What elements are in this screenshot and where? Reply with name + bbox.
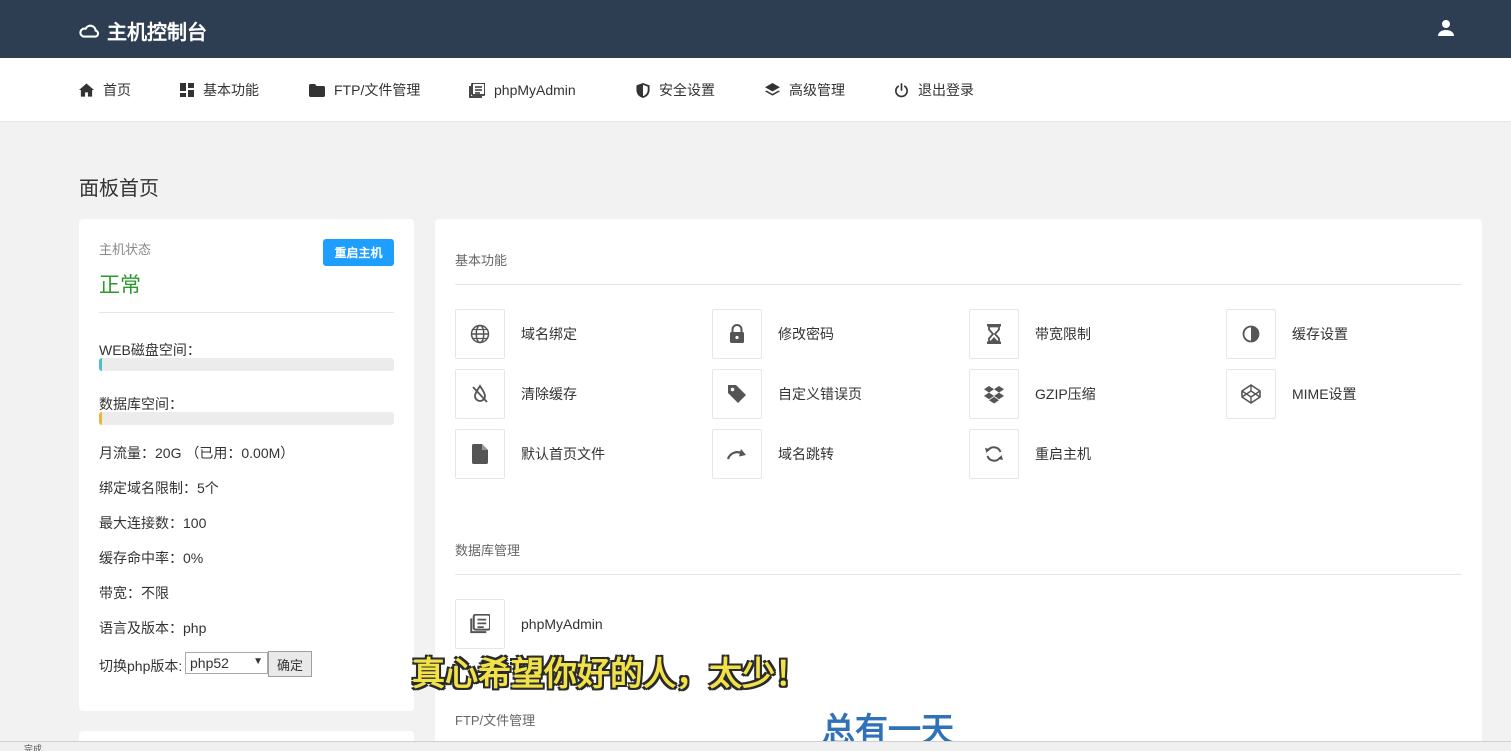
tile-change-password[interactable]: 修改密码: [712, 309, 952, 359]
web-disk-progress: [99, 358, 394, 371]
tile-label: 域名绑定: [521, 326, 577, 342]
tile-default-index[interactable]: 默认首页文件: [455, 429, 695, 479]
tile-bandwidth-limit[interactable]: 带宽限制: [969, 309, 1209, 359]
tile-mime-settings[interactable]: MIME设置: [1226, 369, 1466, 419]
dashboard-icon: [180, 83, 194, 97]
monthly-traffic: 月流量：20G （已用：0.00M）: [99, 445, 295, 461]
contrast-icon: [1226, 309, 1276, 359]
folder-icon: [309, 83, 325, 97]
section-divider: [455, 284, 1462, 285]
nav-logout[interactable]: 退出登录: [894, 58, 974, 122]
database-doc-icon: [455, 599, 505, 649]
nav-advanced[interactable]: 高级管理: [765, 58, 845, 122]
tile-label: MIME设置: [1292, 386, 1357, 402]
tile-phpmyadmin[interactable]: phpMyAdmin: [455, 599, 695, 649]
shield-icon: [636, 82, 650, 98]
hourglass-icon: [969, 309, 1019, 359]
redo-icon: [712, 429, 762, 479]
user-icon[interactable]: [1436, 18, 1456, 43]
subtitle-line-1: 真心希望你好的人，太少！: [412, 654, 808, 693]
tile-cache-settings[interactable]: 缓存设置: [1226, 309, 1466, 359]
nav-advanced-label: 高级管理: [789, 82, 845, 98]
tile-label: GZIP压缩: [1035, 386, 1096, 402]
host-status-card: 主机状态 正常 重启主机 WEB磁盘空间： 数据库空间： 月流量：20G （已用…: [79, 219, 414, 711]
page-title: 面板首页: [79, 178, 159, 200]
php-version-select[interactable]: php52 ▼: [185, 652, 268, 674]
nav-ftp[interactable]: FTP/文件管理: [309, 58, 420, 122]
tile-domain-redirect[interactable]: 域名跳转: [712, 429, 952, 479]
cloud-icon: [79, 24, 100, 38]
nav-logout-label: 退出登录: [918, 82, 974, 98]
bandwidth: 带宽：不限: [99, 585, 169, 601]
nav-phpmyadmin-label: phpMyAdmin: [494, 82, 576, 98]
tile-label: 带宽限制: [1035, 326, 1091, 342]
brand[interactable]: 主机控制台: [79, 16, 207, 45]
tile-label: 清除缓存: [521, 386, 577, 402]
host-status-label: 主机状态: [99, 242, 152, 257]
db-space-progress-fill: [99, 412, 102, 425]
nav-phpmyadmin[interactable]: phpMyAdmin: [469, 58, 576, 122]
switch-php-label: 切换php版本:: [99, 658, 183, 674]
app-title: 主机控制台: [107, 22, 207, 44]
chevron-down-icon: ▼: [253, 656, 263, 667]
tile-label: 默认首页文件: [521, 446, 605, 462]
cache-hit-rate: 缓存命中率：0%: [99, 550, 204, 566]
db-space-progress: [99, 412, 394, 425]
host-status-value: 正常: [99, 274, 141, 297]
php-version-value: php52: [190, 655, 229, 671]
main-nav: 首页 基本功能 FTP/文件管理 phpMyAdmin 安全设置 高级管理 退出…: [0, 58, 1511, 122]
tile-custom-error-page[interactable]: 自定义错误页: [712, 369, 952, 419]
nav-basic-label: 基本功能: [203, 82, 259, 98]
home-icon: [79, 83, 94, 97]
ftp-section-title: FTP/文件管理: [455, 713, 536, 728]
web-disk-progress-fill: [99, 358, 102, 371]
tile-domain-binding[interactable]: 域名绑定: [455, 309, 695, 359]
nav-security-label: 安全设置: [659, 82, 715, 98]
globe-icon: [455, 309, 505, 359]
tile-restart-host[interactable]: 重启主机: [969, 429, 1209, 479]
nav-security[interactable]: 安全设置: [636, 58, 715, 122]
tag-icon: [712, 369, 762, 419]
confirm-php-button[interactable]: 确定: [268, 651, 312, 677]
tile-label: 缓存设置: [1292, 326, 1348, 342]
nav-basic[interactable]: 基本功能: [180, 58, 259, 122]
tile-label: 域名跳转: [778, 446, 834, 462]
drop-slash-icon: [455, 369, 505, 419]
web-disk-label: WEB磁盘空间：: [99, 342, 201, 358]
codepen-icon: [1226, 369, 1276, 419]
database-section-title: 数据库管理: [455, 543, 521, 558]
status-text: 完成: [24, 744, 43, 751]
max-connections: 最大连接数：100: [99, 515, 207, 531]
power-icon: [895, 82, 908, 97]
tile-label: 重启主机: [1035, 446, 1091, 462]
sync-icon: [969, 429, 1019, 479]
nav-home[interactable]: 首页: [79, 58, 131, 122]
language-version: 语言及版本：php: [99, 620, 207, 636]
divider: [99, 312, 394, 313]
dropbox-icon: [969, 369, 1019, 419]
tile-clear-cache[interactable]: 清除缓存: [455, 369, 695, 419]
file-icon: [455, 429, 505, 479]
restart-host-button[interactable]: 重启主机: [323, 239, 394, 266]
db-space-label: 数据库空间：: [99, 396, 183, 412]
section-divider: [455, 574, 1462, 575]
tile-gzip[interactable]: GZIP压缩: [969, 369, 1209, 419]
layers-icon: [765, 83, 780, 96]
tile-label: phpMyAdmin: [521, 616, 603, 632]
nav-ftp-label: FTP/文件管理: [334, 82, 421, 98]
domain-limit: 绑定域名限制：5个: [99, 480, 219, 496]
browser-status-bar: 完成: [0, 741, 1511, 751]
database-doc-icon: [469, 82, 485, 98]
tile-label: 修改密码: [778, 326, 834, 342]
lock-icon: [712, 309, 762, 359]
top-bar: 主机控制台: [0, 0, 1511, 58]
basic-section-title: 基本功能: [455, 253, 508, 268]
nav-home-label: 首页: [103, 82, 131, 98]
tile-label: 自定义错误页: [778, 386, 862, 402]
